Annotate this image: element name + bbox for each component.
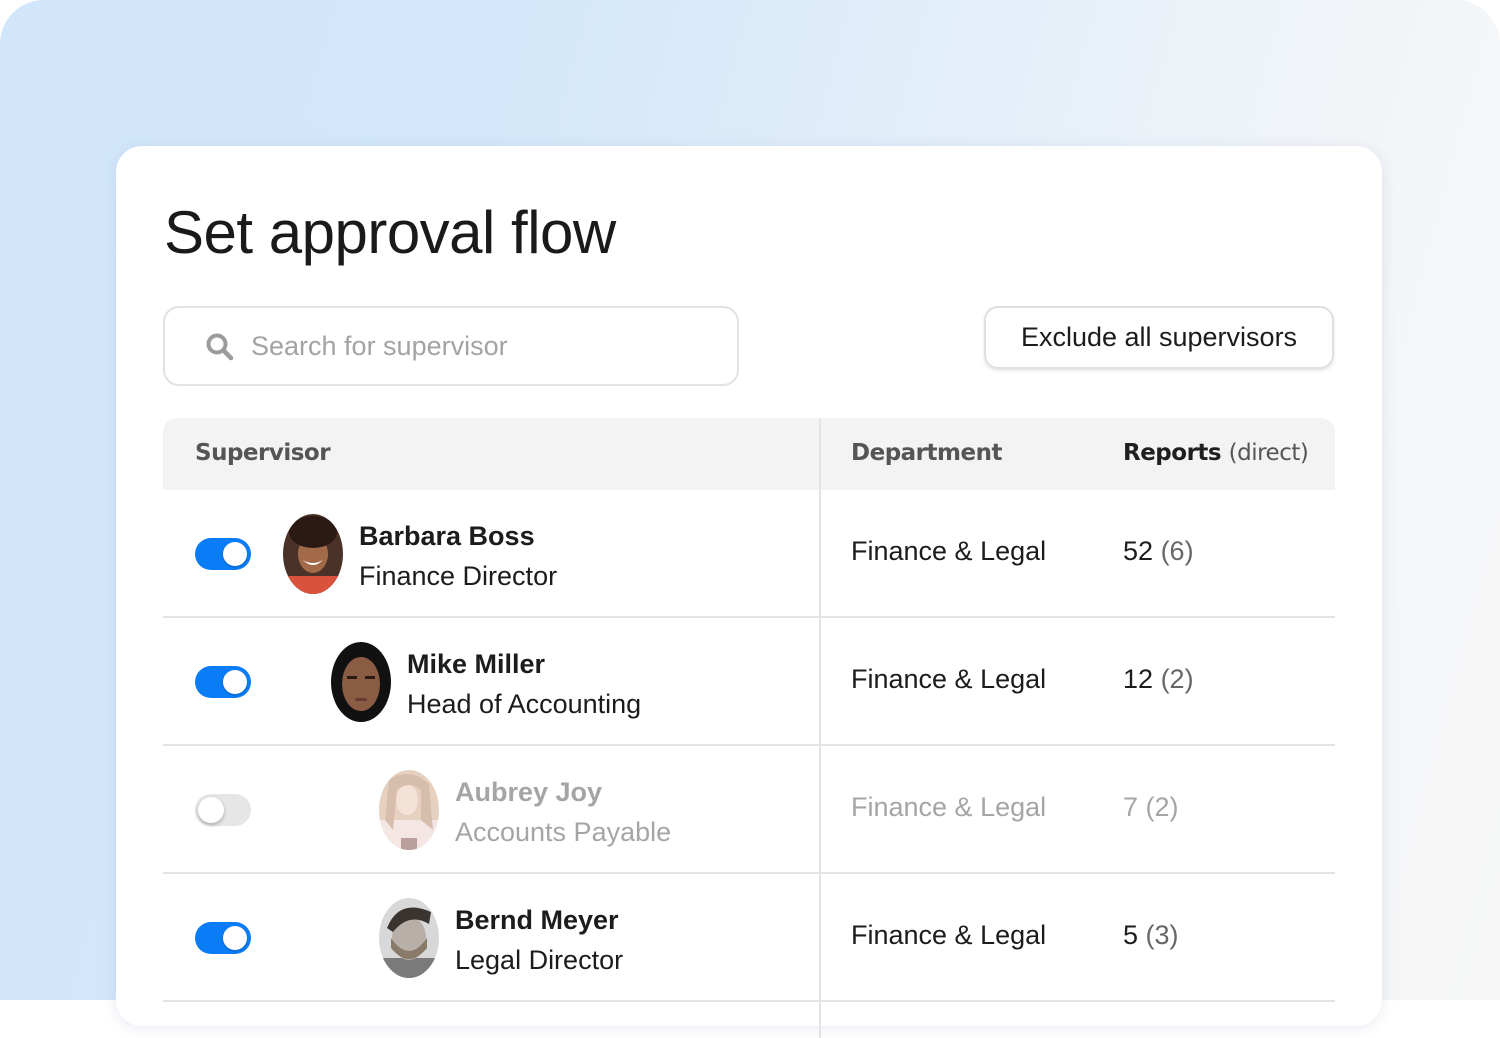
table-row: Aubrey Joy Accounts Payable Finance & Le… — [163, 746, 1335, 874]
reports-total: 5 — [1123, 920, 1139, 950]
toggle-knob — [223, 542, 247, 566]
reports-header-label: Reports — [1123, 440, 1222, 466]
person-info: Bernd Meyer Legal Director — [455, 900, 623, 980]
include-toggle[interactable] — [195, 922, 251, 954]
column-header-supervisor[interactable]: Supervisor — [195, 440, 331, 466]
table-row: Mike Miller Head of Accounting Finance &… — [163, 618, 1335, 746]
supervisor-table: Supervisor Department Reports (direct) B… — [163, 418, 1335, 1038]
include-toggle[interactable] — [195, 794, 251, 826]
avatar-photo-icon — [283, 514, 343, 594]
person-name[interactable]: Aubrey Joy — [455, 772, 671, 812]
include-toggle[interactable] — [195, 666, 251, 698]
toggle-knob — [223, 670, 247, 694]
person-name[interactable]: Bernd Meyer — [455, 900, 623, 940]
person-name[interactable]: Mike Miller — [407, 644, 641, 684]
department-cell: Finance & Legal — [851, 664, 1047, 694]
person-role: Accounts Payable — [455, 817, 672, 847]
reports-total: 52 — [1123, 536, 1154, 566]
person-info: Aubrey Joy Accounts Payable — [455, 772, 671, 852]
avatar — [283, 514, 343, 594]
avatar-photo-icon — [379, 770, 439, 850]
reports-header-sub: (direct) — [1228, 440, 1309, 466]
person-role: Legal Director — [455, 945, 624, 975]
reports-direct: (2) — [1160, 664, 1194, 694]
column-header-reports[interactable]: Reports (direct) — [1123, 440, 1309, 466]
avatar-photo-icon — [379, 898, 439, 978]
avatar — [379, 770, 439, 850]
reports-total: 12 — [1123, 664, 1154, 694]
search-icon — [206, 333, 234, 361]
page-title: Set approval flow — [164, 199, 616, 266]
reports-total: 7 — [1123, 792, 1139, 822]
person-name[interactable]: Barbara Boss — [359, 516, 557, 556]
reports-cell: 12 (2) — [1123, 664, 1194, 695]
include-toggle[interactable] — [195, 538, 251, 570]
search-input[interactable] — [251, 326, 711, 366]
table-header: Supervisor Department Reports (direct) — [163, 418, 1335, 490]
reports-direct: (6) — [1160, 536, 1194, 566]
search-field[interactable] — [163, 306, 739, 386]
reports-direct: (2) — [1145, 792, 1179, 822]
approval-flow-card: Set approval flow Exclude all supervisor… — [116, 146, 1382, 1038]
toggle-knob — [198, 797, 224, 823]
exclude-all-supervisors-button[interactable]: Exclude all supervisors — [984, 306, 1334, 369]
reports-direct: (3) — [1145, 920, 1179, 950]
column-header-department[interactable]: Department — [851, 440, 1002, 466]
reports-cell: 7 (2) — [1123, 792, 1179, 823]
table-row: Bernd Meyer Legal Director Finance & Leg… — [163, 874, 1335, 1002]
toggle-knob — [223, 926, 247, 950]
avatar — [331, 642, 391, 722]
department-cell: Finance & Legal — [851, 920, 1047, 950]
department-cell: Finance & Legal — [851, 536, 1047, 566]
person-role: Finance Director — [359, 561, 558, 591]
avatar — [379, 898, 439, 978]
person-info: Barbara Boss Finance Director — [359, 516, 557, 596]
department-cell: Finance & Legal — [851, 792, 1047, 822]
reports-cell: 5 (3) — [1123, 920, 1179, 951]
person-role: Head of Accounting — [407, 689, 642, 719]
avatar-photo-icon — [331, 642, 391, 722]
table-row: Barbara Boss Finance Director Finance & … — [163, 490, 1335, 618]
reports-cell: 52 (6) — [1123, 536, 1194, 567]
person-info: Mike Miller Head of Accounting — [407, 644, 641, 724]
